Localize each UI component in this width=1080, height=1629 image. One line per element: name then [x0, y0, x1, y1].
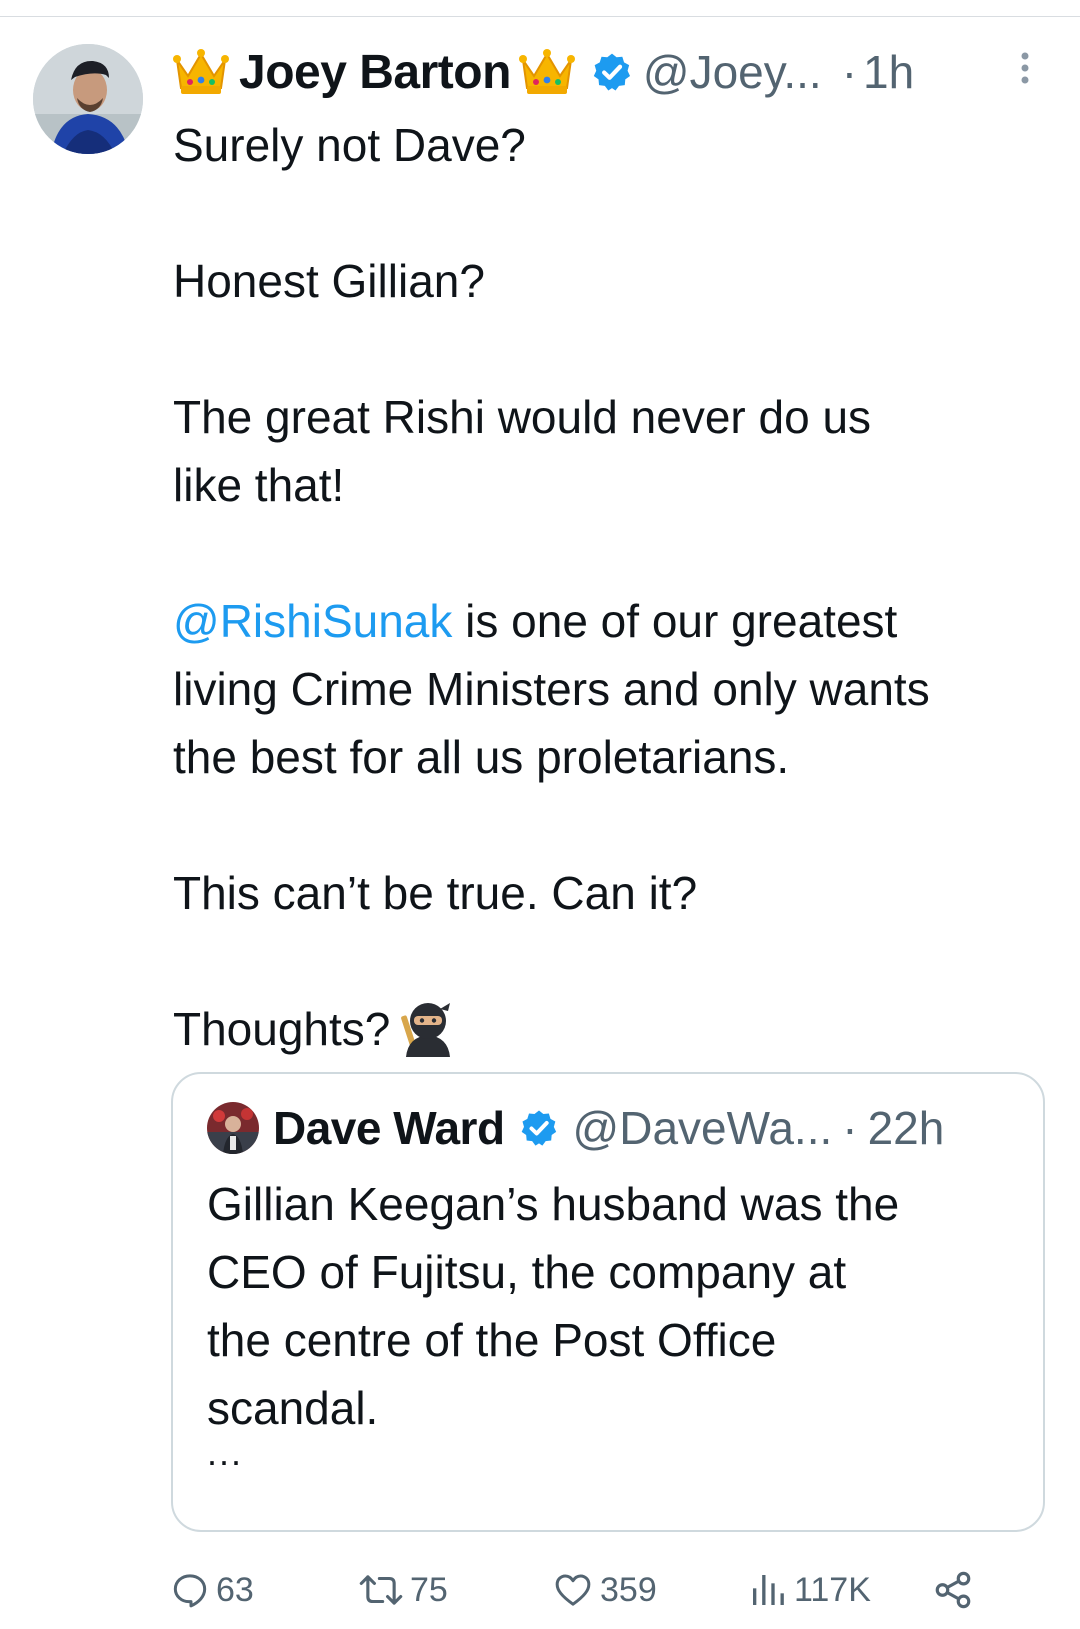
share-button[interactable]: [932, 1560, 980, 1620]
views-button[interactable]: 117K: [748, 1560, 871, 1620]
separator-dot: ·: [841, 46, 858, 98]
tweet-line: Honest Gillian?: [173, 255, 485, 307]
reply-count: 63: [216, 1570, 254, 1609]
repost-button[interactable]: 75: [358, 1560, 448, 1620]
tweet-line: living Crime Ministers and only wants: [173, 663, 930, 715]
tweet-line: Surely not Dave?: [173, 119, 526, 171]
repost-count: 75: [410, 1570, 448, 1609]
repost-icon: [359, 1575, 403, 1605]
verified-badge-icon[interactable]: [519, 1108, 559, 1148]
quoted-author-display-name[interactable]: Dave Ward: [273, 1101, 505, 1155]
top-divider: [0, 16, 1080, 17]
show-more-ellipsis[interactable]: ...: [207, 1432, 243, 1474]
tweet-timestamp[interactable]: 1h: [863, 45, 914, 99]
quoted-tweet-line: CEO of Fujitsu, the company at: [207, 1246, 847, 1298]
tweet-line-text: Thoughts?: [173, 1003, 391, 1055]
tweet-line: @RishiSunak is one of our greatest: [173, 587, 1053, 655]
views-count: 117K: [794, 1570, 871, 1609]
author-avatar[interactable]: [33, 44, 143, 154]
tweet-line: This can’t be true. Can it?: [173, 867, 698, 919]
crown-emoji-icon: [518, 49, 575, 94]
author-handle[interactable]: @Joey...: [643, 45, 822, 99]
quoted-tweet-timestamp[interactable]: 22h: [868, 1101, 945, 1155]
quoted-author-avatar[interactable]: [207, 1102, 259, 1154]
separator-dot: ·: [842, 1102, 858, 1154]
crown-emoji-icon: [173, 49, 229, 94]
mention-link[interactable]: @RishiSunak: [173, 595, 452, 647]
share-icon: [935, 1571, 971, 1609]
reply-button[interactable]: 63: [170, 1560, 254, 1620]
tweet-line-text: is one of our greatest: [452, 595, 898, 647]
analytics-icon: [753, 1575, 784, 1605]
tweet-action-bar: 63 75 359 117K: [0, 1560, 1080, 1620]
quoted-tweet-card[interactable]: Dave Ward @DaveWa... · 22h Gillian Keega…: [171, 1072, 1045, 1532]
quoted-author-handle[interactable]: @DaveWa...: [573, 1101, 833, 1155]
tweet-text: Surely not Dave? Honest Gillian? The gre…: [173, 111, 1053, 1063]
more-options-icon[interactable]: [1015, 50, 1035, 90]
like-button[interactable]: 359: [552, 1560, 657, 1620]
quoted-tweet-line: scandal.: [207, 1382, 379, 1434]
tweet-header: Joey Barton @Joey... · 1h: [173, 42, 1053, 102]
like-count: 359: [600, 1570, 657, 1609]
tweet-line: the best for all us proletarians.: [173, 731, 790, 783]
quoted-tweet-header: Dave Ward @DaveWa... · 22h: [207, 1098, 944, 1158]
quoted-tweet-text: Gillian Keegan’s husband was the CEO of …: [207, 1170, 1007, 1442]
quoted-tweet-line: Gillian Keegan’s husband was the: [207, 1178, 900, 1230]
ninja-emoji-icon: [401, 1003, 451, 1057]
author-display-name[interactable]: Joey Barton: [239, 45, 511, 100]
quoted-tweet-line: the centre of the Post Office: [207, 1314, 777, 1366]
verified-badge-icon[interactable]: [591, 51, 633, 93]
tweet-line: The great Rishi would never do us: [173, 391, 872, 443]
tweet-line: like that!: [173, 459, 345, 511]
heart-icon: [555, 1574, 591, 1606]
tweet-line: Thoughts?: [173, 995, 1053, 1063]
reply-icon: [173, 1574, 207, 1608]
